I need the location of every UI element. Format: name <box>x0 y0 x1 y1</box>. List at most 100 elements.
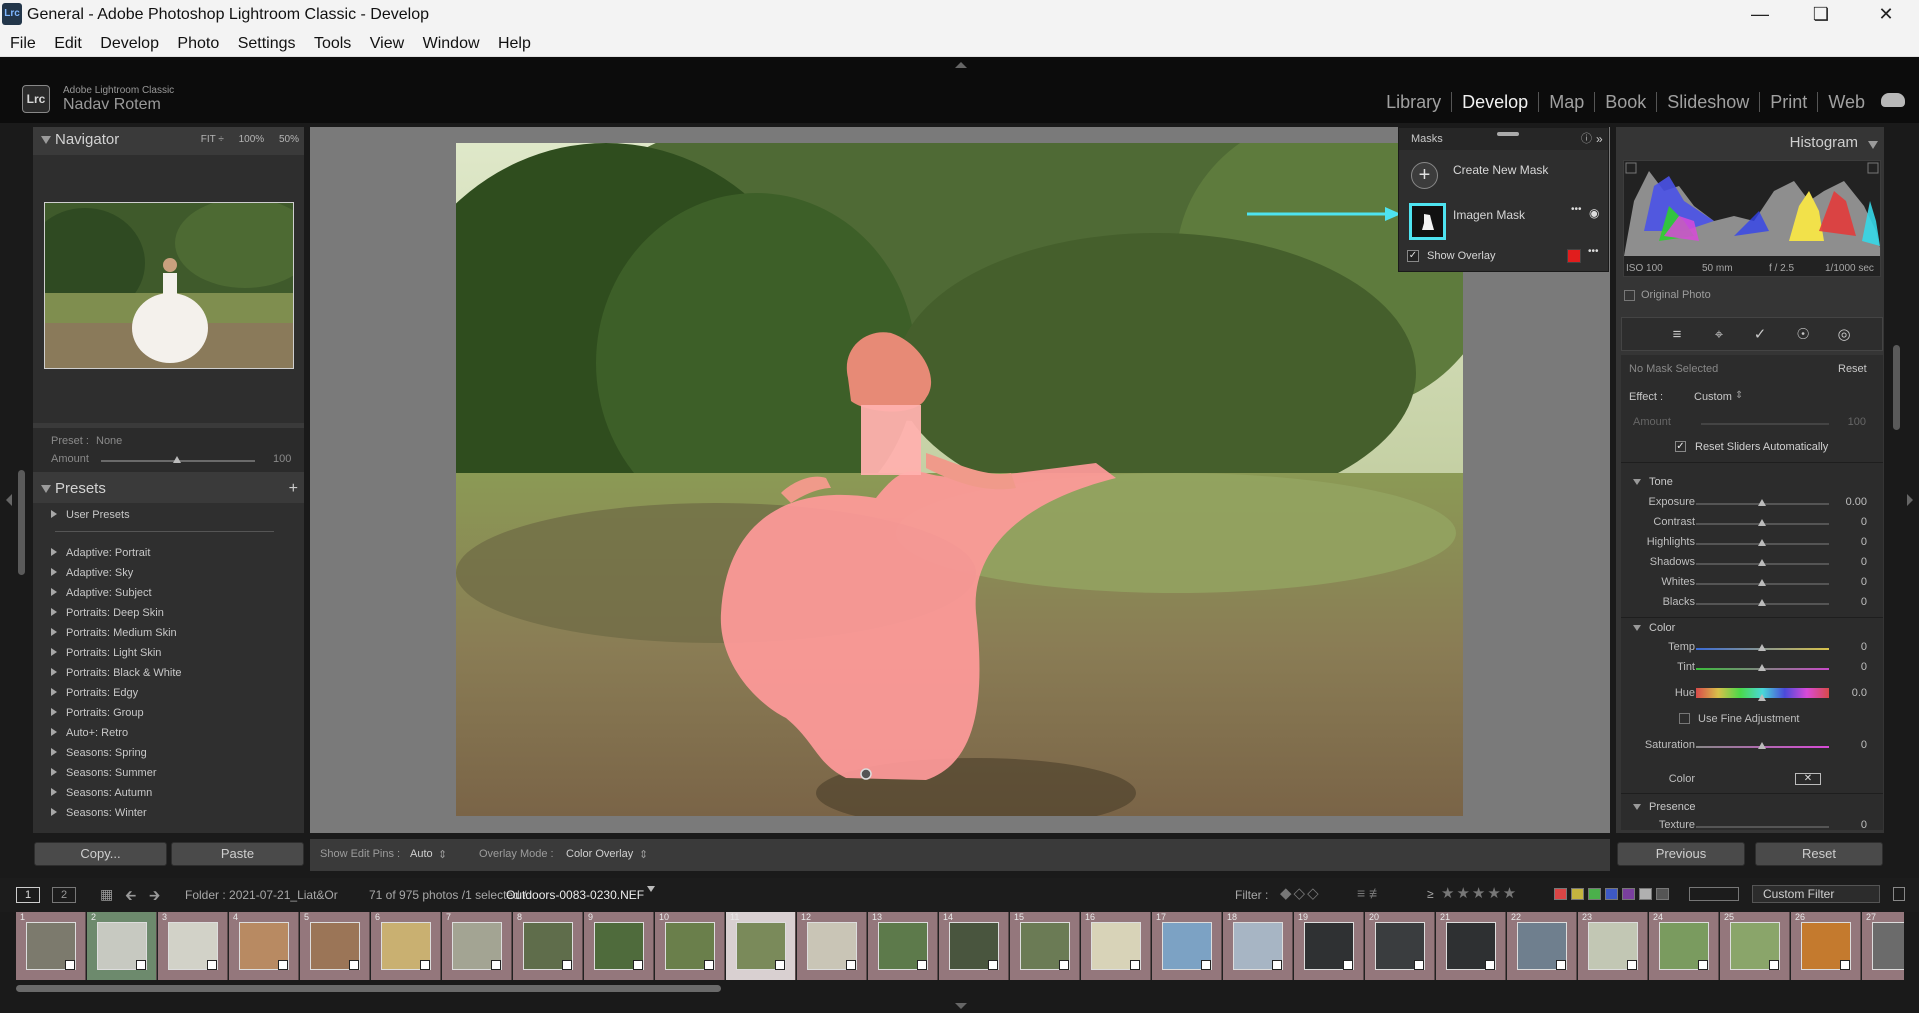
edit-sliders-icon[interactable]: ≡ <box>1668 326 1686 344</box>
secondary-window-button[interactable]: 2 <box>52 887 76 903</box>
reset-button[interactable]: Reset <box>1755 842 1883 866</box>
kind-filter-icons[interactable] <box>1689 887 1739 901</box>
filmstrip-thumbnail[interactable]: 25 <box>1720 912 1790 980</box>
mask-visibility-icon[interactable]: ◉ <box>1589 206 1599 220</box>
filmstrip-thumbnail[interactable]: 21 <box>1436 912 1506 980</box>
filmstrip-thumbnail[interactable]: 26 <box>1791 912 1861 980</box>
effect-dropdown-icon[interactable]: ⇕ <box>1735 390 1743 401</box>
effect-select[interactable]: Custom <box>1694 391 1732 403</box>
menu-view[interactable]: View <box>370 30 404 57</box>
navigator-header[interactable]: Navigator FIT ÷ 100% 50% <box>33 127 304 153</box>
left-scrollbar[interactable] <box>18 470 25 575</box>
show-overlay-checkbox[interactable]: ✓ <box>1407 250 1419 262</box>
filmstrip-thumbnail[interactable]: 10 <box>655 912 725 980</box>
reset-sliders-checkbox[interactable]: ✓ <box>1675 441 1686 452</box>
filmstrip-thumbnail[interactable]: 13 <box>868 912 938 980</box>
filmstrip-thumbnail[interactable]: 20 <box>1365 912 1435 980</box>
filmstrip-thumbnail[interactable]: 5 <box>300 912 370 980</box>
preset-group[interactable]: Seasons: Spring <box>33 743 304 763</box>
shadows-thumb[interactable] <box>1758 559 1766 566</box>
previous-button[interactable]: Previous <box>1617 842 1745 866</box>
custom-filter-select[interactable]: Custom Filter <box>1752 885 1880 903</box>
show-pins-dropdown-icon[interactable]: ⇕ <box>438 848 447 861</box>
filmstrip-thumbnail[interactable]: 8 <box>513 912 583 980</box>
overlay-mode-dropdown-icon[interactable]: ⇕ <box>639 848 648 861</box>
module-book[interactable]: Book <box>1595 92 1658 112</box>
zoom-50[interactable]: 50% <box>279 134 299 145</box>
filmstrip-thumbnail[interactable]: 17 <box>1152 912 1222 980</box>
collapse-right-arrow-icon[interactable] <box>1907 494 1913 506</box>
cloud-icon[interactable] <box>1881 93 1905 107</box>
menu-help[interactable]: Help <box>498 30 531 57</box>
yellow-label-filter[interactable] <box>1571 888 1584 900</box>
presets-header[interactable]: Presets + <box>33 476 304 502</box>
filmstrip-thumbnail[interactable]: 4 <box>229 912 299 980</box>
filmstrip-thumbnail[interactable]: 23 <box>1578 912 1648 980</box>
grid-view-icon[interactable]: ▦ <box>100 886 113 903</box>
preset-group[interactable]: Portraits: Medium Skin <box>33 623 304 643</box>
preset-group[interactable]: Seasons: Summer <box>33 763 304 783</box>
rating-filter-stars[interactable]: ★★★★★ <box>1441 884 1518 902</box>
close-icon[interactable]: ✕ <box>1857 0 1915 30</box>
paste-button[interactable]: Paste <box>171 842 304 866</box>
menu-settings[interactable]: Settings <box>238 30 296 57</box>
temp-thumb[interactable] <box>1758 644 1766 651</box>
custom-label-filter[interactable] <box>1639 888 1652 900</box>
add-preset-button[interactable]: + <box>289 476 298 502</box>
blue-label-filter[interactable] <box>1605 888 1618 900</box>
red-eye-icon[interactable]: ☉ <box>1794 326 1812 344</box>
preset-group[interactable]: Portraits: Edgy <box>33 683 304 703</box>
filename-dropdown-icon[interactable] <box>647 886 655 892</box>
filmstrip-thumbnail[interactable]: 27 <box>1862 912 1904 980</box>
red-label-filter[interactable] <box>1554 888 1567 900</box>
preset-group[interactable]: Portraits: Deep Skin <box>33 603 304 623</box>
preset-group[interactable]: Seasons: Winter <box>33 803 304 823</box>
blacks-thumb[interactable] <box>1758 599 1766 606</box>
forward-arrow-icon[interactable]: 🡲 <box>149 885 160 909</box>
minimize-icon[interactable]: — <box>1731 0 1789 30</box>
mask-item[interactable]: Imagen Mask ••• ◉ <box>1399 194 1608 240</box>
overlay-color-swatch[interactable] <box>1567 249 1581 263</box>
module-develop[interactable]: Develop <box>1452 92 1540 112</box>
original-photo-checkbox[interactable] <box>1624 290 1635 301</box>
menu-tools[interactable]: Tools <box>314 30 351 57</box>
filmstrip-thumbnail[interactable]: 9 <box>584 912 654 980</box>
no-label-filter[interactable] <box>1656 888 1669 900</box>
filmstrip-thumbnail[interactable]: 1 <box>16 912 86 980</box>
filmstrip-thumbnail[interactable]: 15 <box>1010 912 1080 980</box>
menu-edit[interactable]: Edit <box>54 30 82 57</box>
filter-lock-icon[interactable] <box>1893 887 1905 901</box>
filmstrip-thumbnail[interactable]: 6 <box>371 912 441 980</box>
preset-group[interactable]: Adaptive: Sky <box>33 563 304 583</box>
menu-develop[interactable]: Develop <box>100 30 159 57</box>
primary-window-button[interactable]: 1 <box>16 887 40 903</box>
maximize-icon[interactable]: ❏ <box>1792 0 1850 30</box>
collapse-top-arrow-icon[interactable] <box>955 62 967 68</box>
menu-file[interactable]: File <box>10 30 36 57</box>
preset-group[interactable]: Auto+: Retro <box>33 723 304 743</box>
right-scrollbar[interactable] <box>1893 345 1900 430</box>
preset-group[interactable]: Portraits: Group <box>33 703 304 723</box>
masks-drag-handle[interactable] <box>1497 132 1519 136</box>
overlay-more-icon[interactable]: ••• <box>1588 246 1599 257</box>
exposure-thumb[interactable] <box>1758 499 1766 506</box>
filmstrip-thumbnail[interactable]: 14 <box>939 912 1009 980</box>
histogram-collapse-icon[interactable] <box>1868 141 1878 149</box>
filmstrip-thumbnail[interactable]: 2 <box>87 912 157 980</box>
hue-thumb[interactable] <box>1758 694 1766 701</box>
mask-reset-button[interactable]: Reset <box>1838 363 1867 375</box>
show-pins-select[interactable]: Auto <box>410 848 433 860</box>
current-filename[interactable]: Outdoors-0083-0230.NEF <box>506 888 644 902</box>
collapse-bottom-arrow-icon[interactable] <box>955 1003 967 1009</box>
module-slideshow[interactable]: Slideshow <box>1657 92 1761 112</box>
menu-photo[interactable]: Photo <box>177 30 219 57</box>
highlights-thumb[interactable] <box>1758 539 1766 546</box>
filmstrip-thumbnail[interactable]: 7 <box>442 912 512 980</box>
filmstrip-thumbnail[interactable]: 19 <box>1294 912 1364 980</box>
effect-amount-slider[interactable] <box>1701 423 1829 425</box>
navigator-preview[interactable] <box>44 202 294 369</box>
tint-thumb[interactable] <box>1758 664 1766 671</box>
menu-window[interactable]: Window <box>423 30 480 57</box>
filmstrip-thumbnail[interactable]: 24 <box>1649 912 1719 980</box>
filmstrip-thumbnail[interactable]: 12 <box>797 912 867 980</box>
